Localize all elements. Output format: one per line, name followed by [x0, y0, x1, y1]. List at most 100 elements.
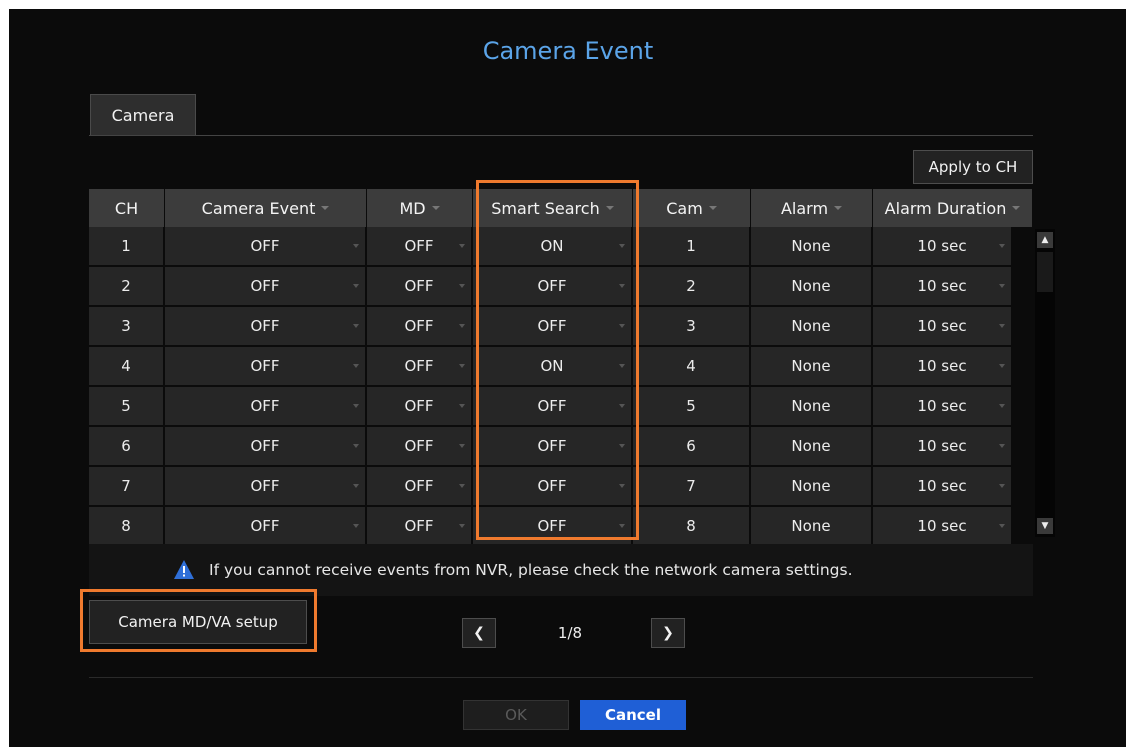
dialog-title: Camera Event	[482, 37, 654, 65]
cell-alarm[interactable]: None	[751, 307, 873, 347]
cell-alarm-duration[interactable]: 10 sec	[873, 227, 1013, 267]
column-header-alarm[interactable]: Alarm	[751, 189, 873, 227]
cell-cam[interactable]: 3	[633, 307, 751, 347]
cell-value: 8	[686, 517, 696, 535]
cell-camera-event[interactable]: OFF	[165, 427, 367, 467]
cell-cam[interactable]: 6	[633, 427, 751, 467]
cell-camera-event[interactable]: OFF	[165, 467, 367, 507]
scroll-up-icon[interactable]: ▲	[1037, 232, 1053, 248]
dropdown-arrow-icon	[353, 284, 359, 288]
dropdown-arrow-icon	[353, 524, 359, 528]
sort-caret-icon	[321, 206, 330, 210]
cell-md[interactable]: OFF	[367, 467, 473, 507]
cell-md[interactable]: OFF	[367, 267, 473, 307]
cell-camera-event[interactable]: OFF	[165, 507, 367, 547]
scroll-thumb[interactable]	[1037, 252, 1053, 292]
cell-alarm[interactable]: None	[751, 387, 873, 427]
cell-cam[interactable]: 1	[633, 227, 751, 267]
cell-value: OFF	[250, 237, 280, 255]
dropdown-arrow-icon	[999, 244, 1005, 248]
cell-ch: 3	[89, 307, 165, 347]
cell-camera-event[interactable]: OFF	[165, 307, 367, 347]
cell-value: 1	[121, 237, 131, 255]
cell-md[interactable]: OFF	[367, 387, 473, 427]
cell-camera-event[interactable]: OFF	[165, 267, 367, 307]
cell-alarm-duration[interactable]: 10 sec	[873, 387, 1013, 427]
dropdown-arrow-icon	[459, 324, 465, 328]
cell-value: OFF	[250, 477, 280, 495]
setup-button-highlight	[80, 589, 317, 652]
cell-alarm-duration[interactable]: 10 sec	[873, 507, 1013, 547]
cell-cam[interactable]: 7	[633, 467, 751, 507]
cell-alarm[interactable]: None	[751, 267, 873, 307]
cell-ch: 2	[89, 267, 165, 307]
footer-divider	[89, 677, 1033, 678]
column-header-alarm-duration[interactable]: Alarm Duration	[873, 189, 1033, 227]
column-header-label: CH	[114, 198, 139, 218]
smart-search-highlight	[476, 180, 639, 540]
cell-value: 5	[121, 397, 131, 415]
cell-alarm[interactable]: None	[751, 507, 873, 547]
cell-value: OFF	[250, 357, 280, 375]
cell-value: None	[791, 517, 831, 535]
dropdown-arrow-icon	[353, 404, 359, 408]
tab-camera[interactable]: Camera	[90, 94, 196, 136]
cell-cam[interactable]: 2	[633, 267, 751, 307]
cell-alarm-duration[interactable]: 10 sec	[873, 347, 1013, 387]
cell-md[interactable]: OFF	[367, 227, 473, 267]
cell-value: 7	[121, 477, 131, 495]
cell-value: 10 sec	[917, 357, 967, 375]
cell-value: OFF	[404, 517, 434, 535]
scroll-down-icon[interactable]: ▼	[1037, 518, 1053, 534]
cell-cam[interactable]: 4	[633, 347, 751, 387]
cell-value: 2	[686, 277, 696, 295]
sort-caret-icon	[834, 206, 843, 210]
prev-page-button[interactable]: ❮	[462, 618, 496, 648]
column-header-cam[interactable]: Cam	[633, 189, 751, 227]
cell-alarm-duration[interactable]: 10 sec	[873, 467, 1013, 507]
cell-camera-event[interactable]: OFF	[165, 387, 367, 427]
next-page-button[interactable]: ❯	[651, 618, 685, 648]
cell-ch: 7	[89, 467, 165, 507]
cell-value: 10 sec	[917, 317, 967, 335]
cell-cam[interactable]: 5	[633, 387, 751, 427]
dropdown-arrow-icon	[353, 484, 359, 488]
cell-alarm-duration[interactable]: 10 sec	[873, 267, 1013, 307]
cell-cam[interactable]: 8	[633, 507, 751, 547]
cell-value: OFF	[404, 277, 434, 295]
dropdown-arrow-icon	[353, 444, 359, 448]
cell-camera-event[interactable]: OFF	[165, 347, 367, 387]
cell-value: 3	[121, 317, 131, 335]
cell-value: 10 sec	[917, 397, 967, 415]
cell-alarm[interactable]: None	[751, 427, 873, 467]
ok-button[interactable]: OK	[463, 700, 569, 730]
cell-md[interactable]: OFF	[367, 347, 473, 387]
cell-value: None	[791, 237, 831, 255]
dropdown-arrow-icon	[459, 524, 465, 528]
cell-md[interactable]: OFF	[367, 307, 473, 347]
cell-ch: 5	[89, 387, 165, 427]
cell-camera-event[interactable]: OFF	[165, 227, 367, 267]
cell-value: OFF	[250, 317, 280, 335]
cell-alarm[interactable]: None	[751, 227, 873, 267]
cancel-button[interactable]: Cancel	[580, 700, 686, 730]
tab-divider	[89, 135, 1033, 136]
sort-caret-icon	[431, 206, 440, 210]
dropdown-arrow-icon	[459, 244, 465, 248]
column-header-md[interactable]: MD	[367, 189, 473, 227]
cell-value: 1	[686, 237, 696, 255]
dropdown-arrow-icon	[999, 284, 1005, 288]
cell-value: OFF	[250, 397, 280, 415]
cell-md[interactable]: OFF	[367, 507, 473, 547]
dropdown-arrow-icon	[999, 364, 1005, 368]
apply-to-ch-button[interactable]: Apply to CH	[913, 150, 1033, 184]
column-header-camera-event[interactable]: Camera Event	[165, 189, 367, 227]
cell-alarm-duration[interactable]: 10 sec	[873, 307, 1013, 347]
cell-alarm[interactable]: None	[751, 467, 873, 507]
cell-alarm-duration[interactable]: 10 sec	[873, 427, 1013, 467]
sort-caret-icon	[1012, 206, 1021, 210]
dropdown-arrow-icon	[353, 244, 359, 248]
cell-alarm[interactable]: None	[751, 347, 873, 387]
cell-md[interactable]: OFF	[367, 427, 473, 467]
table-scrollbar[interactable]: ▲ ▼	[1035, 229, 1055, 537]
